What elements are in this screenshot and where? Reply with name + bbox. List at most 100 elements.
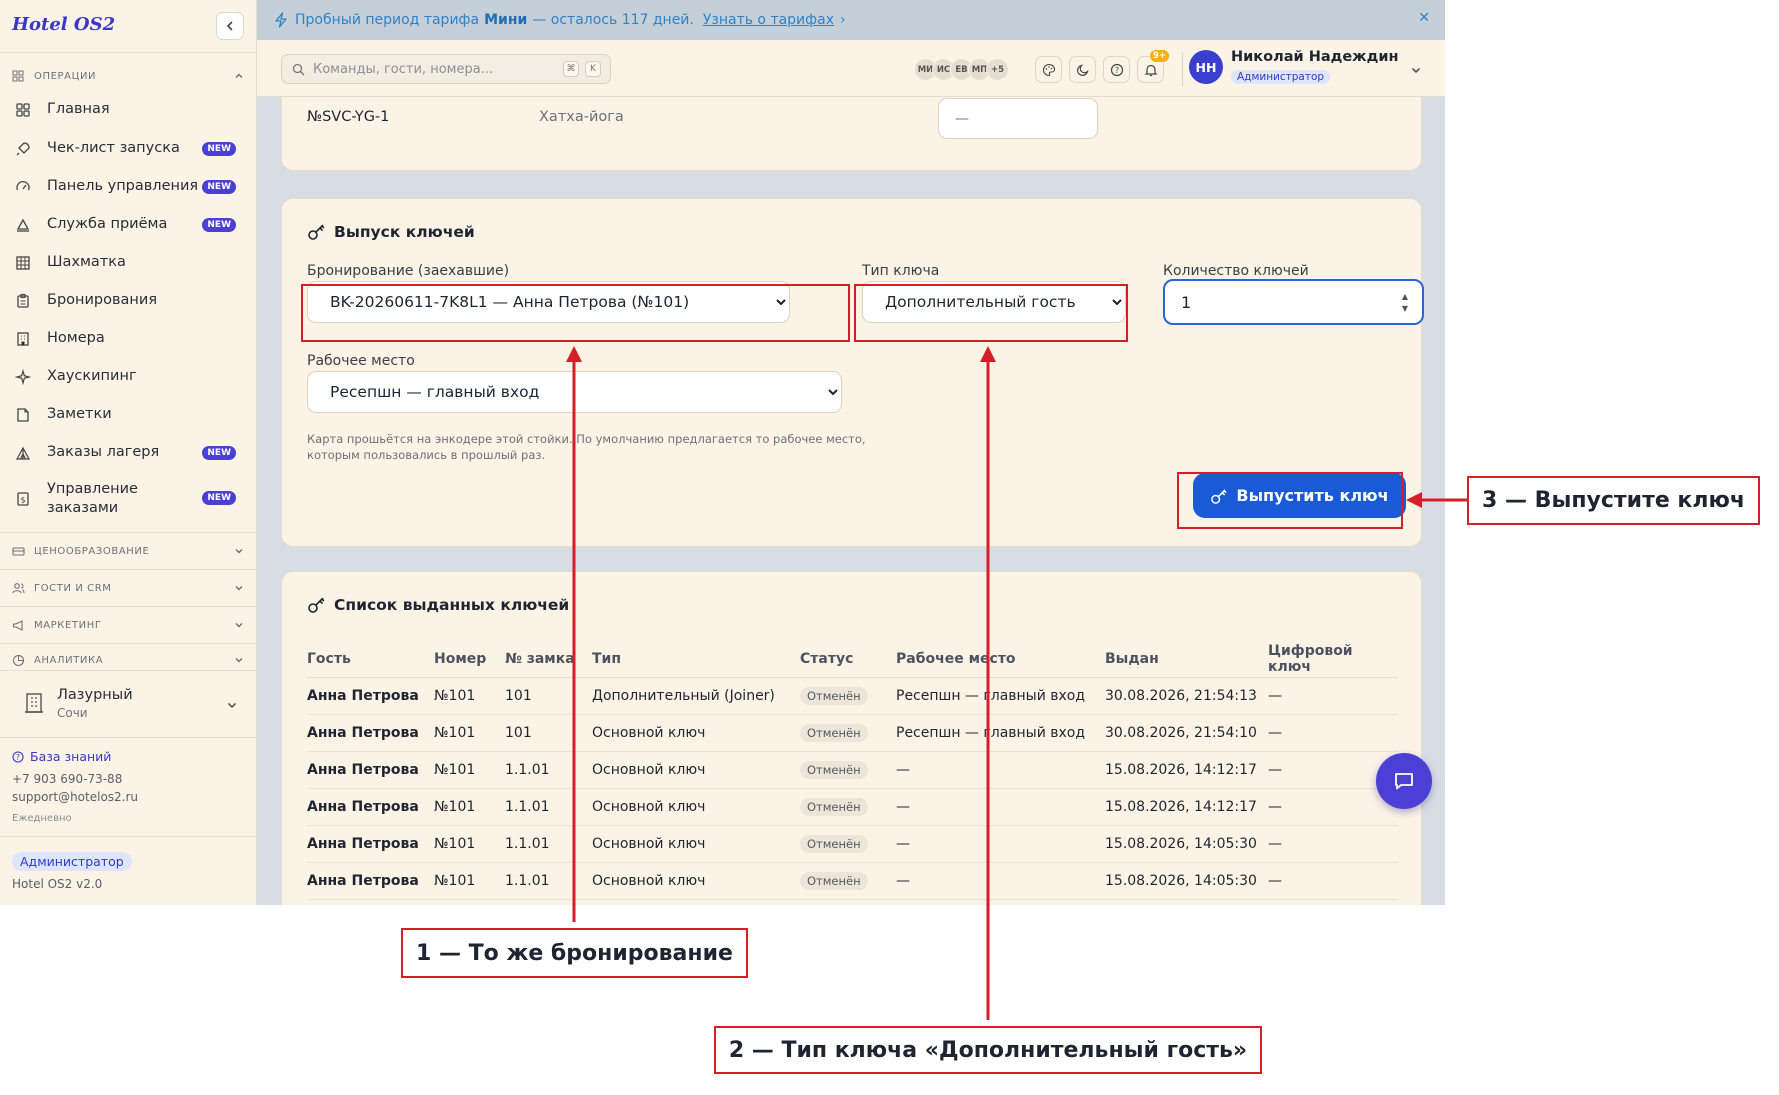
card-title-text: Выпуск ключей xyxy=(334,222,475,241)
chevron-down-icon[interactable] xyxy=(1410,64,1422,76)
close-icon[interactable]: ✕ xyxy=(1418,10,1430,26)
card-title: Выпуск ключей xyxy=(307,222,475,241)
app-window: Hotel OS2 ОПЕРАЦИИ Главная Чек-лист запу… xyxy=(0,0,1445,905)
notifications-button[interactable]: 9+ xyxy=(1137,50,1169,83)
issued-cell: 30.08.2026, 21:54:13 xyxy=(1105,677,1268,715)
status-cell: Отменён xyxy=(800,862,896,900)
column-header[interactable]: Рабочее место xyxy=(896,641,1105,678)
digital-key-cell: — xyxy=(1268,677,1398,715)
workplace-cell: — xyxy=(896,788,1105,826)
kbd-cmd: ⌘ xyxy=(563,61,579,77)
hotel-city: Сочи xyxy=(57,706,88,720)
divider xyxy=(0,836,257,837)
type-cell: Основной ключ xyxy=(592,788,800,826)
more-users[interactable]: +5 xyxy=(986,58,1009,81)
table-row[interactable]: Анна Петрова №101 1.1.01 Основной ключ О… xyxy=(307,751,1398,789)
sidebar-item-order-management[interactable]: $ Управление заказами NEW xyxy=(14,480,244,518)
palette-icon xyxy=(1042,63,1055,76)
hotel-name: Лазурный xyxy=(57,687,133,703)
type-cell: Основной ключ xyxy=(592,825,800,863)
new-badge: NEW xyxy=(202,491,236,505)
chat-button[interactable] xyxy=(1376,753,1432,809)
lock-cell: 101 xyxy=(505,714,592,752)
divider xyxy=(0,532,257,533)
issued-cell: 15.08.2026, 14:12:17 xyxy=(1105,788,1268,826)
trial-banner: Пробный период тарифа Мини — осталось 11… xyxy=(257,0,1445,40)
table-row[interactable]: Анна Петрова №101 101 Основной ключ Отме… xyxy=(307,714,1398,752)
lock-cell: 1.1.01 xyxy=(505,751,592,789)
sparkle-icon xyxy=(14,368,32,386)
command-search[interactable]: ⌘ K xyxy=(281,54,611,84)
chevron-right-icon: › xyxy=(840,12,846,28)
user-name[interactable]: Николай Надеждин xyxy=(1231,49,1399,65)
building-icon xyxy=(14,330,32,348)
table-row[interactable]: Анна Петрова №101 1.1.01 Основной ключ О… xyxy=(307,788,1398,826)
sidebar-item-rooms[interactable]: Номера xyxy=(14,329,244,348)
section-guests-crm[interactable]: ГОСТИ И CRM xyxy=(12,578,244,598)
sidebar-item-chessboard[interactable]: Шахматка xyxy=(14,253,244,272)
guest-cell: Анна Петрова xyxy=(307,788,434,826)
section-pricing[interactable]: ЦЕНООБРАЗОВАНИЕ xyxy=(12,541,244,561)
column-header[interactable]: Гость xyxy=(307,641,434,678)
rocket-icon xyxy=(14,140,32,158)
status-badge: Отменён xyxy=(800,686,868,705)
sidebar-item-home[interactable]: Главная xyxy=(14,100,244,119)
table-row[interactable]: Анна Петрова №101 1.1.01 Основной ключ О… xyxy=(307,825,1398,863)
spinner-arrows-icon[interactable]: ▲ ▼ xyxy=(1402,291,1408,315)
support-phone[interactable]: +7 903 690-73-88 xyxy=(12,772,122,786)
section-marketing[interactable]: МАРКЕТИНГ xyxy=(12,615,244,635)
column-header[interactable]: Тип xyxy=(592,641,800,678)
sidebar-item-notes[interactable]: Заметки xyxy=(14,405,244,424)
top-header: ⌘ K МИ ИС ЕВ МП +5 ? 9+ НН Николай Надеж… xyxy=(257,40,1445,97)
table-row[interactable]: Анна Петрова №101 101 Дополнительный (Jo… xyxy=(307,677,1398,715)
column-header[interactable]: Номер xyxy=(434,641,505,678)
key-count-input[interactable] xyxy=(1181,293,1381,312)
help-button[interactable]: ? xyxy=(1103,56,1130,83)
key-count-stepper[interactable]: ▲▼ xyxy=(1163,279,1424,325)
sidebar-item-front-desk[interactable]: Служба приёма NEW xyxy=(14,215,244,234)
hotel-switcher[interactable]: Лазурный Сочи xyxy=(24,686,238,722)
sidebar-item-dashboard[interactable]: Панель управления NEW xyxy=(14,177,244,196)
sidebar-item-camp-orders[interactable]: Заказы лагеря NEW xyxy=(14,443,244,462)
section-label: ОПЕРАЦИИ xyxy=(34,70,97,82)
search-input[interactable] xyxy=(313,61,553,77)
user-role-badge: Администратор xyxy=(1231,70,1331,84)
workplace-select[interactable]: Ресепшн — главный вход xyxy=(307,371,842,413)
knowledge-base-link[interactable]: ? База знаний xyxy=(12,749,111,764)
lock-cell: 101 xyxy=(505,677,592,715)
banner-days-left: — осталось 117 дней. xyxy=(532,12,694,28)
knowledge-base-label: База знаний xyxy=(30,749,112,764)
user-avatar[interactable]: НН xyxy=(1189,50,1223,84)
chart-icon xyxy=(12,653,26,667)
workplace-cell: Ресепшн — главный вход xyxy=(896,677,1105,715)
column-header[interactable]: № замка xyxy=(505,641,592,678)
column-header[interactable]: Цифровой ключ xyxy=(1268,641,1398,678)
guest-cell: Анна Петрова xyxy=(307,714,434,752)
new-badge: NEW xyxy=(202,179,236,194)
column-header[interactable]: Выдан xyxy=(1105,641,1268,678)
app-logo[interactable]: Hotel OS2 xyxy=(12,14,115,35)
issued-cell: 15.08.2026, 14:05:30 xyxy=(1105,825,1268,863)
online-users[interactable]: МИ ИС ЕВ МП +5 xyxy=(914,58,1009,81)
sidebar-item-bookings[interactable]: Бронирования xyxy=(14,291,244,310)
moon-icon xyxy=(1076,63,1089,76)
sidebar-item-housekeeping[interactable]: Хаускипинг xyxy=(14,367,244,386)
guest-cell: Анна Петрова xyxy=(307,825,434,863)
pricing-link[interactable]: Узнать о тарифах xyxy=(703,12,834,28)
sidebar-item-label: Панель управления xyxy=(47,178,199,194)
dark-mode-button[interactable] xyxy=(1069,56,1096,83)
section-operations[interactable]: ОПЕРАЦИИ xyxy=(12,66,244,86)
workplace-cell: — xyxy=(896,825,1105,863)
table-row[interactable]: Анна Петрова №101 1.1.01 Основной ключ О… xyxy=(307,862,1398,900)
theme-palette-button[interactable] xyxy=(1035,56,1062,83)
sidebar-item-launch-checklist[interactable]: Чек-лист запуска NEW xyxy=(14,139,244,158)
app-version: Hotel OS2 v2.0 xyxy=(12,877,103,891)
lightning-icon xyxy=(275,12,287,28)
service-price-input[interactable] xyxy=(938,98,1098,139)
column-header[interactable]: Статус xyxy=(800,641,896,678)
booking-label: Бронирование (заехавшие) xyxy=(307,263,510,279)
section-label: МАРКЕТИНГ xyxy=(34,619,102,631)
collapse-sidebar-button[interactable] xyxy=(216,12,244,40)
section-analytics[interactable]: АНАЛИТИКА xyxy=(12,652,244,668)
support-email[interactable]: support@hotelos2.ru xyxy=(12,790,138,804)
